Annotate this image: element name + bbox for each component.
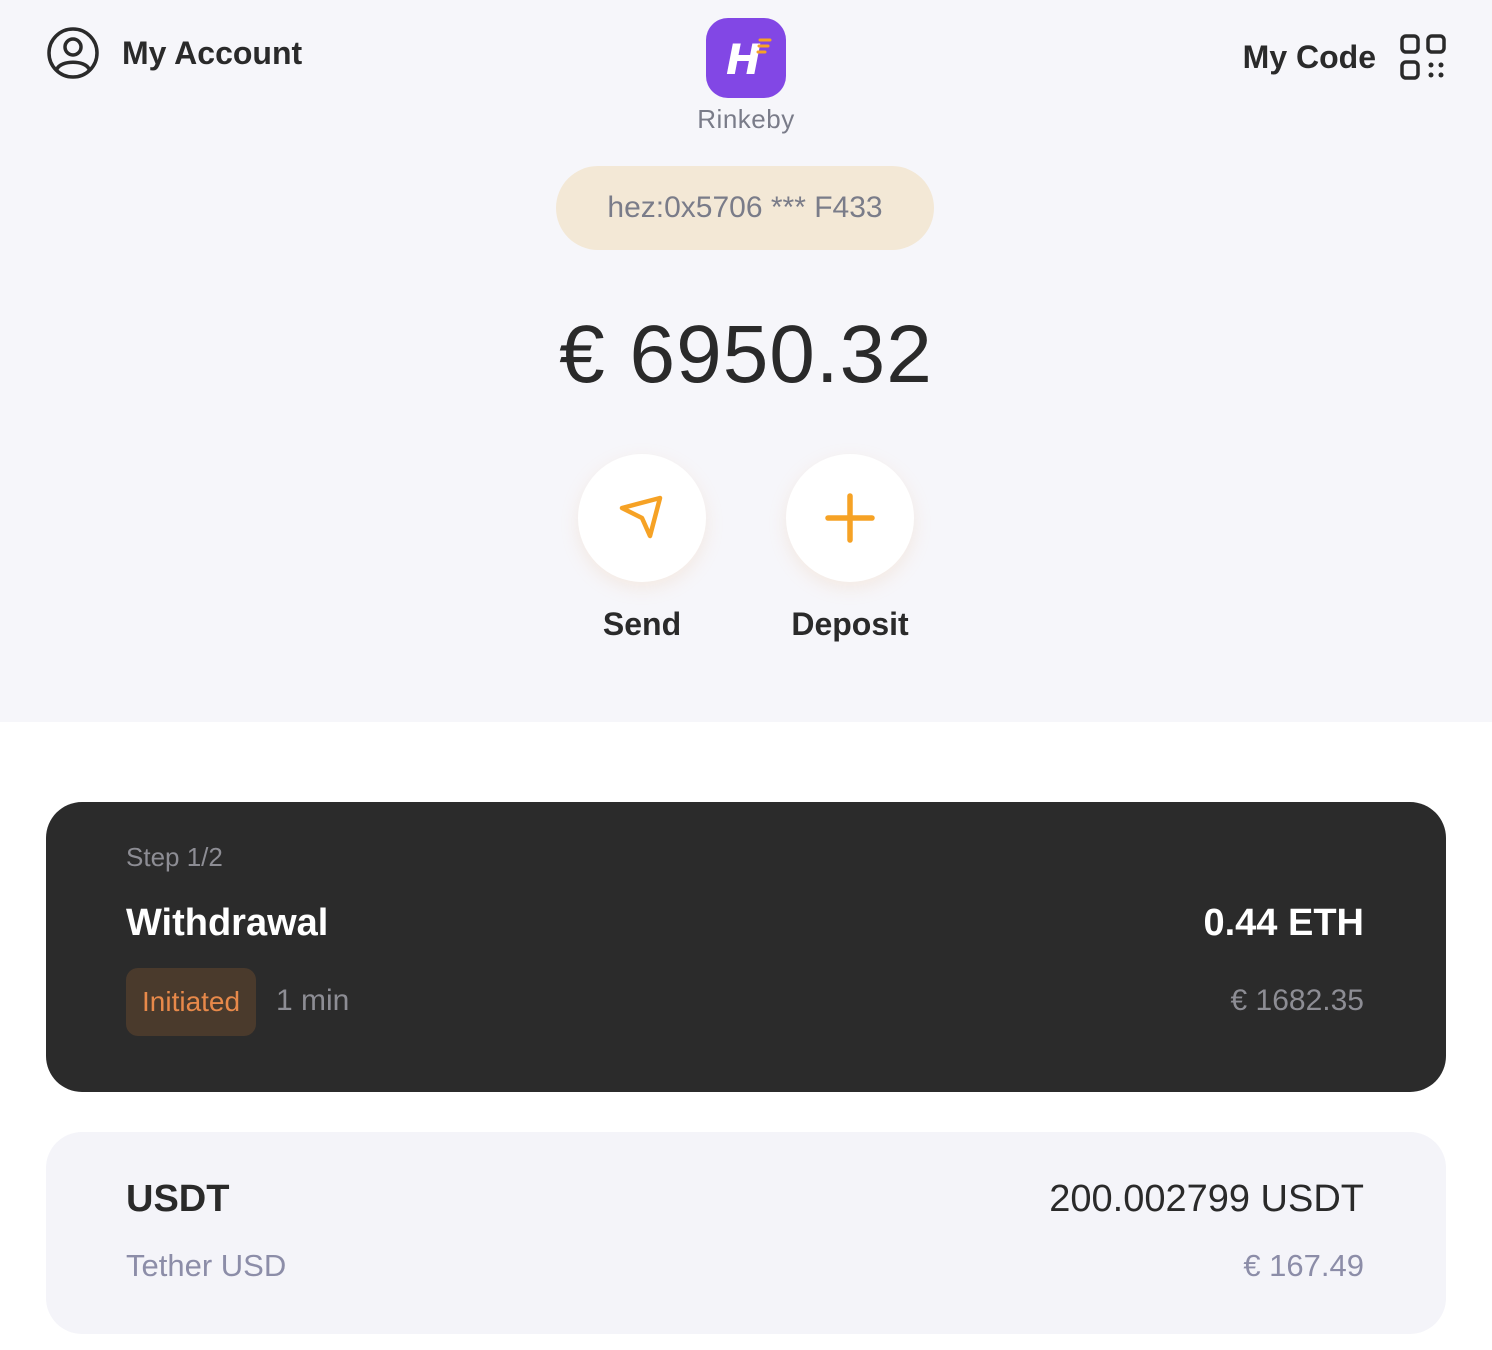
my-code-label: My Code [1242, 38, 1376, 75]
hermez-logo: H [706, 18, 786, 98]
token-symbol: USDT [126, 1178, 230, 1220]
send-button[interactable]: Send [578, 454, 706, 643]
send-label: Send [602, 606, 682, 642]
withdrawal-amount: 0.44 ETH [1203, 902, 1364, 944]
status-badge: Initiated [126, 968, 257, 1036]
token-balance: 200.002799 USDT [1049, 1178, 1364, 1220]
hermez-logo-icon: H [726, 35, 772, 84]
token-fiat-value: € 167.49 [1243, 1248, 1364, 1283]
pending-withdrawal-card[interactable]: Step 1/2 Withdrawal 0.44 ETH Initiated 1… [46, 802, 1446, 1092]
token-name: Tether USD [126, 1248, 287, 1283]
withdrawal-step: Step 1/2 [126, 842, 223, 872]
logo-letter: H [726, 35, 761, 84]
token-list-item[interactable]: USDT 200.002799 USDT Tether USD € 167.49 [46, 1132, 1446, 1334]
network-name: Rinkeby [697, 104, 795, 134]
send-icon [619, 495, 663, 539]
wallet-address-pill[interactable]: hez:0x5706 *** F433 [556, 166, 934, 250]
withdrawal-time: 1 min [276, 984, 350, 1017]
withdrawal-fiat-value: € 1682.35 [1230, 984, 1364, 1017]
withdrawal-title: Withdrawal [126, 902, 329, 944]
plus-icon [825, 493, 875, 543]
wallet-header-section: My Account H Rinkeby My Code hez:0x5706 … [0, 0, 1492, 722]
my-code-button[interactable]: My Code [1243, 34, 1446, 80]
deposit-button[interactable]: Deposit [786, 454, 914, 643]
qr-code-icon [1400, 34, 1446, 80]
total-balance: € 6950.32 [559, 309, 933, 400]
send-button-circle[interactable] [578, 454, 706, 582]
deposit-button-circle[interactable] [786, 454, 914, 582]
deposit-label: Deposit [791, 606, 909, 642]
